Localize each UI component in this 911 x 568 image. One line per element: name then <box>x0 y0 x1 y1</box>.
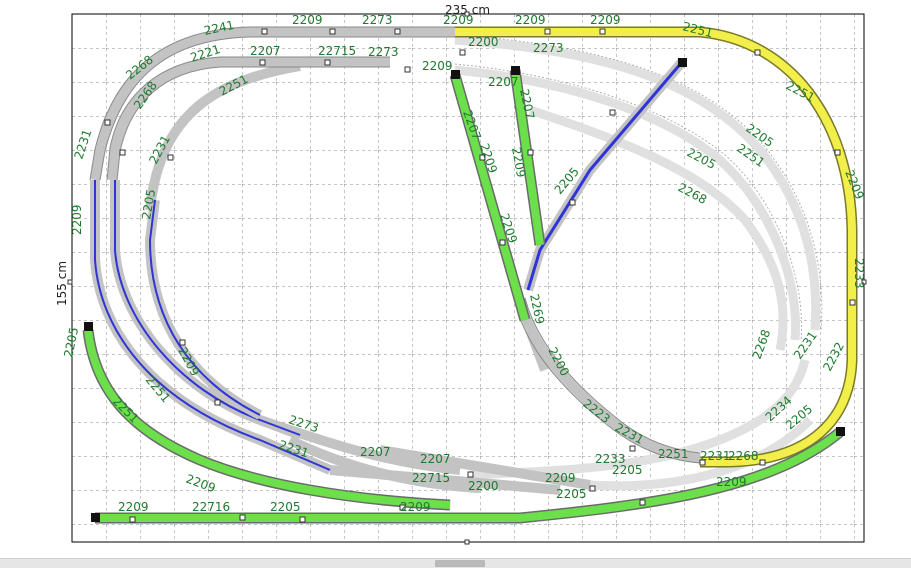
part-label: 2209 <box>118 500 149 514</box>
buffer-stop <box>836 427 845 436</box>
part-label: 2209 <box>422 59 453 73</box>
part-label: 2205 <box>612 463 643 477</box>
part-label: 2209 <box>515 13 546 27</box>
buffer-stop <box>91 513 100 522</box>
part-label: 22715 <box>318 44 356 58</box>
board-height-label: 155 cm <box>55 261 69 306</box>
height-handle[interactable] <box>67 279 73 285</box>
part-label: 2209 <box>590 13 621 27</box>
part-label: 2268 <box>728 449 759 463</box>
part-label: 2231 <box>700 449 731 463</box>
part-label: 2209 <box>443 13 474 27</box>
part-label: 2209 <box>292 13 323 27</box>
part-label: 2273 <box>362 13 393 27</box>
part-label: 2200 <box>468 479 499 493</box>
part-label: 2207 <box>250 44 281 58</box>
part-label: 2205 <box>556 487 587 501</box>
width-handle-bottom[interactable] <box>464 539 470 545</box>
track-plan-canvas[interactable]: 235 cm 155 cm 2241 2209 2273 2209 2209 2… <box>0 0 911 567</box>
part-label: 2251 <box>658 447 689 461</box>
buffer-stop <box>511 66 520 75</box>
buffer-stop <box>84 322 93 331</box>
part-label: 2209 <box>545 471 576 485</box>
part-label: 2207 <box>488 75 519 89</box>
part-label: 2207 <box>360 445 391 459</box>
part-label: 2207 <box>420 452 451 466</box>
part-label: 2205 <box>270 500 301 514</box>
part-label: 2209 <box>716 475 747 489</box>
part-label: 2233 <box>852 258 866 289</box>
part-label: 2273 <box>533 41 564 55</box>
part-label: 2209 <box>400 500 431 514</box>
part-label: 2209 <box>70 204 84 235</box>
part-label: 2273 <box>368 45 399 59</box>
part-label: 22715 <box>412 471 450 485</box>
part-label: 2200 <box>468 35 499 49</box>
scrollbar-thumb[interactable] <box>435 560 485 567</box>
part-label: 22716 <box>192 500 230 514</box>
buffer-stop <box>678 58 687 67</box>
